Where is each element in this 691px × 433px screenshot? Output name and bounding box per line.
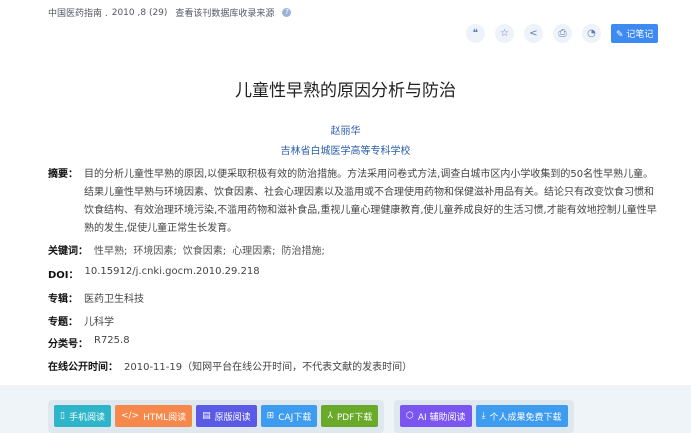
code-icon: </> [120, 411, 140, 421]
note-label: 记笔记 [626, 30, 654, 40]
keyword-link[interactable]: 饮食因素; [183, 242, 226, 257]
subject: 专题： 儿科学 [48, 313, 114, 328]
published-value: 2010-11-19（知网平台在线公开时间，不代表文献的发表时间） [124, 362, 413, 373]
button-label: AI 辅助阅读 [417, 412, 466, 423]
doi-label: DOI： [48, 270, 79, 281]
keyword-link[interactable]: 环境因素; [133, 242, 176, 257]
author-link[interactable]: 赵丽华 [0, 122, 691, 137]
series-value: 医药卫生科技 [84, 294, 144, 305]
keyword-link[interactable]: 心理因素; [232, 242, 275, 257]
button-label: CAJ下载 [278, 412, 312, 423]
classification-label: 分类号： [48, 339, 88, 350]
keyword-link[interactable]: 防治措施; [282, 242, 325, 257]
classification-value: R725.8 [94, 335, 130, 346]
doi: DOI： 10.15912/j.cnki.gocm.2010.29.218 [48, 266, 260, 281]
download-icon: ⤓ [481, 411, 486, 421]
pdf-icon: ⅄ [327, 411, 333, 421]
personal-download-button[interactable]: ⤓ 个人成果免费下载 [475, 405, 568, 427]
print-icon[interactable]: ⎙ [553, 24, 572, 43]
journal-link[interactable]: 中国医药指南 . [48, 6, 108, 19]
subject-label: 专题： [48, 317, 78, 328]
caj-download-button[interactable]: ⊞ CAJ下载 [260, 405, 318, 427]
note-button[interactable]: ✎ 记笔记 [611, 24, 659, 43]
organization-link[interactable]: 吉林省白城医学高等专科学校 [0, 142, 691, 157]
abstract: 摘要： 目的分析儿童性早熟的原因,以便采取积极有效的防治措施。方法采用问卷式方法… [48, 166, 658, 238]
pen-icon: ✎ [616, 30, 627, 40]
series-label: 专辑： [48, 294, 78, 305]
doi-value: 10.15912/j.cnki.gocm.2010.29.218 [84, 266, 260, 277]
button-label: PDF下载 [336, 412, 373, 423]
series: 专辑： 医药卫生科技 [48, 290, 144, 305]
issue[interactable]: 2010 ,8 (29) [112, 8, 168, 18]
published-label: 在线公开时间： [48, 362, 118, 373]
star-icon[interactable]: ☆ [495, 24, 514, 43]
html-read-button[interactable]: </> HTML阅读 [114, 405, 193, 427]
button-label: HTML阅读 [143, 412, 187, 423]
keyword-link[interactable]: 性早熟; [94, 242, 127, 257]
abstract-label: 摘要： [48, 169, 78, 180]
keywords-label: 关键词： [48, 246, 88, 257]
subject-value: 儿科学 [84, 317, 114, 328]
help-icon[interactable]: ? [282, 8, 292, 17]
source-info: 中国医药指南 . 2010 ,8 (29) 查看该刊数据库收录来源 ? [48, 6, 292, 19]
pdf-download-button[interactable]: ⅄ PDF下载 [321, 405, 379, 427]
abstract-text: 目的分析儿童性早熟的原因,以便采取积极有效的防治措施。方法采用问卷式方法,调查白… [84, 169, 657, 234]
caj-icon: ⊞ [266, 411, 275, 421]
original-read-button[interactable]: ▤ 原版阅读 [196, 405, 257, 427]
book-icon: ▤ [202, 411, 211, 421]
keywords: 关键词： 性早熟; 环境因素; 饮食因素; 心理因素; 防治措施; [48, 242, 331, 257]
classification: 分类号： R725.8 [48, 335, 130, 350]
bell-icon[interactable]: ◔ [582, 24, 601, 43]
read-download-group: ▯ 手机阅读 </> HTML阅读 ▤ 原版阅读 ⊞ CAJ下载 ⅄ PDF下载 [48, 400, 385, 433]
toolbar: ❝ ☆ < ⎙ ◔ ✎ 记笔记 [466, 24, 659, 43]
published: 在线公开时间： 2010-11-19（知网平台在线公开时间，不代表文献的发表时间） [48, 358, 412, 373]
page-title: 儿童性早熟的原因分析与防治 [235, 81, 456, 101]
quote-icon[interactable]: ❝ [466, 24, 485, 43]
ai-read-button[interactable]: ⬡ AI 辅助阅读 [400, 405, 472, 427]
ai-icon: ⬡ [406, 411, 414, 421]
button-label: 手机阅读 [68, 412, 105, 423]
button-label: 个人成果免费下载 [489, 412, 562, 423]
phone-icon: ▯ [60, 411, 65, 421]
mobile-read-button[interactable]: ▯ 手机阅读 [54, 405, 111, 427]
button-label: 原版阅读 [214, 412, 251, 423]
share-icon[interactable]: < [524, 24, 543, 43]
database-source-link[interactable]: 查看该刊数据库收录来源 [175, 6, 274, 19]
ai-group: ⬡ AI 辅助阅读 ⤓ 个人成果免费下载 [394, 400, 574, 433]
